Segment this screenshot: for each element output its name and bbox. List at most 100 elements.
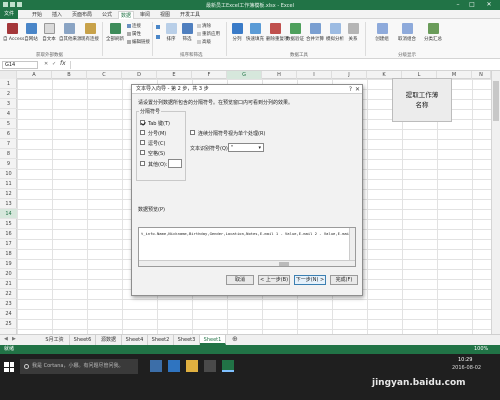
refresh-all-button[interactable]: 全部刷新 — [106, 23, 124, 42]
formula-input[interactable] — [70, 61, 490, 69]
preview-horizontal-scrollbar[interactable] — [139, 260, 355, 266]
properties-button[interactable]: 属性 — [127, 31, 141, 37]
row-header[interactable]: 9 — [0, 159, 17, 169]
maximize-icon[interactable]: □ — [466, 0, 478, 10]
column-header[interactable]: I — [297, 71, 332, 79]
column-header[interactable]: D — [122, 71, 157, 79]
column-header[interactable]: N — [472, 71, 491, 79]
windows-start-icon[interactable] — [4, 362, 14, 372]
formula-enter-icon[interactable]: ✓ — [52, 61, 56, 67]
consecutive-delimiters-checkbox[interactable] — [190, 130, 195, 135]
vertical-scrollbar[interactable] — [491, 71, 500, 334]
close-icon[interactable]: ✕ — [480, 0, 498, 10]
row-header[interactable]: 20 — [0, 269, 17, 279]
task-view-icon[interactable] — [150, 360, 162, 372]
column-header[interactable]: H — [262, 71, 297, 79]
file-explorer-icon[interactable] — [186, 360, 198, 372]
row-header[interactable]: 3 — [0, 99, 17, 109]
add-sheet-icon[interactable]: ⊕ — [232, 335, 238, 343]
ungroup-button[interactable]: 取消组合 — [396, 23, 418, 42]
edit-links-button[interactable]: 编辑链接 — [127, 39, 150, 45]
store-icon[interactable] — [204, 360, 216, 372]
consolidate-button[interactable]: 合并计算 — [306, 23, 324, 42]
row-header[interactable]: 11 — [0, 179, 17, 189]
row-header[interactable]: 17 — [0, 239, 17, 249]
tab-insert[interactable]: 插入 — [50, 11, 64, 19]
sort-button[interactable]: 排序 — [164, 23, 178, 42]
what-if-button[interactable]: 模拟分析 — [326, 23, 344, 42]
preview-vertical-scrollbar[interactable] — [349, 228, 355, 261]
next-button[interactable]: 下一步(N) > — [294, 275, 326, 285]
row-header[interactable]: 22 — [0, 289, 17, 299]
comma-checkbox[interactable] — [140, 140, 145, 145]
tab-data[interactable]: 数据 — [118, 11, 135, 19]
back-button[interactable]: < 上一步(B) — [258, 275, 290, 285]
sheet-prev-icon[interactable]: ◀ — [4, 336, 8, 342]
text-to-columns-button[interactable]: 分列 — [230, 23, 244, 42]
column-header[interactable]: J — [332, 71, 367, 79]
data-preview-pane[interactable]: t_info.Name,Nickname,Birthday,Gender,Loc… — [138, 227, 356, 267]
tab-review[interactable]: 审阅 — [138, 11, 152, 19]
subtotal-button[interactable]: 分类汇总 — [422, 23, 444, 42]
sheet-tab[interactable]: Sheet4 — [122, 335, 148, 345]
row-header[interactable]: 2 — [0, 89, 17, 99]
semicolon-checkbox[interactable] — [140, 130, 145, 135]
sheet-tab[interactable]: Sheet2 — [148, 335, 174, 345]
from-access-button[interactable]: 自 Access — [3, 23, 24, 42]
zoom-level[interactable]: 100% — [474, 345, 488, 354]
remove-duplicates-button[interactable]: 删除重复项 — [266, 23, 289, 42]
tab-checkbox[interactable] — [140, 120, 145, 125]
row-header[interactable]: 25 — [0, 319, 17, 329]
clock-time[interactable]: 10:29 — [458, 357, 472, 363]
sheet-tab[interactable]: Sheet6 — [70, 335, 96, 345]
column-header[interactable]: C — [87, 71, 122, 79]
row-header[interactable]: 13 — [0, 199, 17, 209]
insert-function-icon[interactable]: fx — [60, 60, 66, 67]
cortana-search-box[interactable]: 我是 Cortana，小娜。有问题尽管问我。 — [20, 359, 138, 374]
from-other-sources-button[interactable]: 自其他来源 — [59, 23, 82, 42]
dialog-close-icon[interactable]: ✕ — [355, 85, 360, 94]
row-header[interactable]: 24 — [0, 309, 17, 319]
connections-button[interactable]: 连接 — [127, 23, 141, 29]
row-header[interactable]: 6 — [0, 129, 17, 139]
tab-file[interactable]: 文件 — [0, 10, 19, 19]
extract-workbook-name-button[interactable]: 提取工作薄 名称 — [392, 78, 452, 122]
sheet-tab[interactable]: S月工资 — [40, 335, 70, 345]
flash-fill-button[interactable]: 快速填充 — [246, 23, 264, 42]
filter-button[interactable]: 筛选 — [180, 23, 194, 42]
name-box[interactable]: G14 — [2, 61, 38, 69]
help-icon[interactable]: ? — [349, 85, 352, 94]
excel-taskbar-icon[interactable] — [222, 360, 234, 372]
group-button[interactable]: 创建组 — [372, 23, 392, 42]
row-header[interactable]: 7 — [0, 139, 17, 149]
sheet-tab[interactable]: 源数据 — [96, 335, 122, 345]
other-delimiter-input[interactable] — [168, 159, 182, 168]
row-header[interactable]: 18 — [0, 249, 17, 259]
tab-home[interactable]: 开始 — [30, 11, 44, 19]
other-checkbox[interactable] — [140, 161, 145, 166]
row-header[interactable]: 4 — [0, 109, 17, 119]
from-web-button[interactable]: 自网站 — [23, 23, 39, 42]
tab-view[interactable]: 视图 — [158, 11, 172, 19]
existing-connections-button[interactable]: 现有连接 — [81, 23, 99, 42]
advanced-filter-button[interactable]: 高级 — [197, 39, 211, 45]
sheet-tab-active[interactable]: Sheet1 — [200, 335, 226, 345]
clear-filter-button[interactable]: 清除 — [197, 23, 211, 29]
space-checkbox[interactable] — [140, 150, 145, 155]
tab-developer[interactable]: 开发工具 — [178, 11, 202, 19]
column-header[interactable]: F — [192, 71, 227, 79]
row-header[interactable]: 14 — [0, 209, 17, 219]
row-header[interactable]: 19 — [0, 259, 17, 269]
row-header[interactable]: 21 — [0, 279, 17, 289]
sort-az-button[interactable] — [156, 25, 161, 31]
column-header[interactable]: E — [157, 71, 192, 79]
finish-button[interactable]: 完成(F) — [330, 275, 358, 285]
data-validation-button[interactable]: 数据验证 — [286, 23, 304, 42]
select-all-corner[interactable] — [0, 71, 17, 79]
row-header[interactable]: 15 — [0, 219, 17, 229]
sheet-tab[interactable]: Sheet3 — [174, 335, 200, 345]
edge-browser-icon[interactable] — [168, 360, 180, 372]
column-header[interactable]: G — [227, 71, 262, 79]
relationships-button[interactable]: 关系 — [346, 23, 360, 42]
formula-cancel-icon[interactable]: ✕ — [44, 61, 48, 67]
